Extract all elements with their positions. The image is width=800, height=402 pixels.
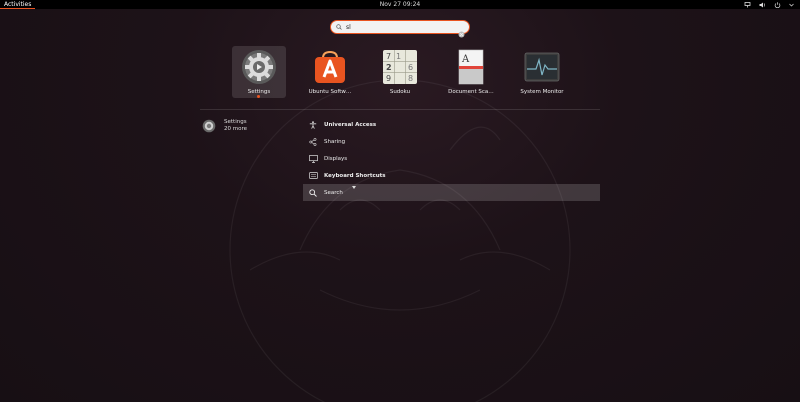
mouse-cursor-icon xyxy=(352,186,356,189)
result-keyboard-shortcuts[interactable]: Keyboard Shortcuts xyxy=(303,167,600,184)
svg-text:A: A xyxy=(461,54,470,65)
keyboard-icon xyxy=(306,172,320,179)
app-results: Settings Ubuntu Softw… 71 2 6 9 8 Sudoku A… xyxy=(232,46,572,98)
app-sudoku[interactable]: 71 2 6 9 8 Sudoku xyxy=(373,46,427,98)
result-label: Sharing xyxy=(324,138,346,145)
app-label: System Monitor xyxy=(520,89,564,95)
display-icon xyxy=(306,154,320,163)
svg-text:6: 6 xyxy=(408,63,413,72)
share-icon xyxy=(306,137,320,146)
svg-text:7: 7 xyxy=(386,52,391,61)
chevron-down-icon xyxy=(789,3,794,6)
system-tray[interactable] xyxy=(744,0,794,9)
search-input[interactable] xyxy=(344,23,448,31)
app-document-scanner[interactable]: A Document Sca… xyxy=(444,46,498,98)
app-ubuntu-software[interactable]: Ubuntu Softw… xyxy=(303,46,357,98)
power-icon xyxy=(774,1,781,8)
result-label: Displays xyxy=(324,155,348,162)
settings-results-list: Universal Access Sharing Displays Keyboa… xyxy=(303,116,600,201)
svg-text:8: 8 xyxy=(408,74,413,83)
sudoku-icon: 71 2 6 9 8 xyxy=(383,50,417,84)
top-bar: Activities Nov 27 09:24 xyxy=(0,0,800,9)
network-icon xyxy=(744,1,751,7)
settings-provider-icon xyxy=(202,119,216,133)
activities-button[interactable]: Activities xyxy=(0,0,36,9)
provider-name: Settings xyxy=(224,119,247,125)
provider-more-count: 20 more xyxy=(224,126,247,132)
app-settings[interactable]: Settings xyxy=(232,46,286,98)
app-system-monitor[interactable]: System Monitor xyxy=(515,46,569,98)
clock[interactable]: Nov 27 09:24 xyxy=(380,0,420,9)
accessibility-icon xyxy=(306,120,320,129)
result-label: Keyboard Shortcuts xyxy=(324,172,386,179)
result-label: Search xyxy=(324,189,343,196)
svg-text:2: 2 xyxy=(386,63,392,72)
document-scanner-icon: A xyxy=(458,49,484,85)
result-label: Universal Access xyxy=(324,121,377,128)
search-field[interactable] xyxy=(330,20,470,38)
volume-icon xyxy=(759,2,765,7)
svg-text:1: 1 xyxy=(396,52,401,61)
app-label: Ubuntu Softw… xyxy=(308,89,352,95)
svg-text:9: 9 xyxy=(386,74,391,83)
clear-icon[interactable] xyxy=(458,23,465,42)
search-icon xyxy=(334,24,344,30)
settings-gear-icon xyxy=(242,50,276,84)
section-divider xyxy=(200,109,600,110)
system-monitor-icon xyxy=(524,52,560,82)
ubuntu-software-icon xyxy=(315,50,345,83)
result-universal-access[interactable]: Universal Access xyxy=(303,116,600,133)
result-displays[interactable]: Displays xyxy=(303,150,600,167)
running-indicator xyxy=(257,95,260,98)
result-sharing[interactable]: Sharing xyxy=(303,133,600,150)
search-provider-settings[interactable]: Settings 20 more xyxy=(202,118,282,138)
app-label: Sudoku xyxy=(389,89,411,95)
app-label: Document Sca… xyxy=(448,89,494,95)
search-icon xyxy=(306,188,320,197)
result-search[interactable]: Search xyxy=(303,184,600,201)
